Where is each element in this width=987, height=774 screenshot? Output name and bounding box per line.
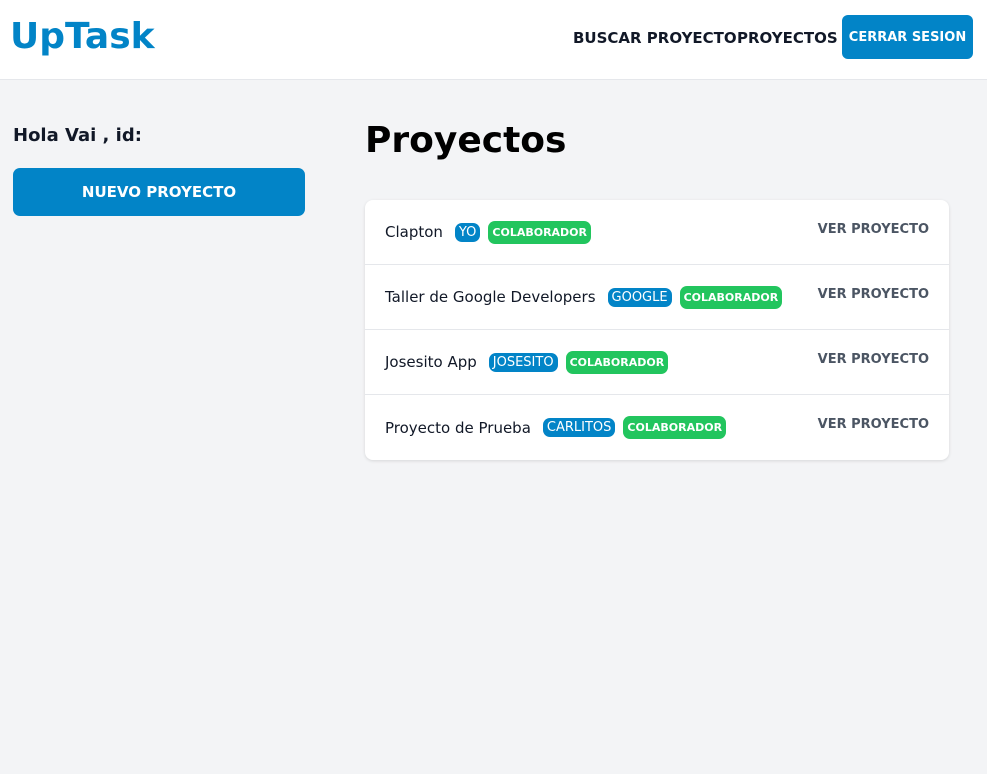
project-name: Clapton [385, 223, 443, 241]
new-project-button[interactable]: NUEVO PROYECTO [13, 168, 305, 216]
project-row: Proyecto de Prueba CARLITOS COLABORADOR … [365, 395, 949, 460]
project-row: Josesito App JOSESITO COLABORADOR VER PR… [365, 330, 949, 395]
project-name: Proyecto de Prueba [385, 418, 531, 437]
owner-badge: YO [454, 222, 481, 242]
project-row: Clapton YO COLABORADOR VER PROYECTO [365, 200, 949, 265]
page-title: Proyectos [365, 120, 567, 161]
collaborator-badge: COLABORADOR [623, 416, 727, 439]
owner-badge: CARLITOS [542, 418, 616, 437]
nav-projects[interactable]: PROYECTOS [737, 29, 838, 47]
project-name: Taller de Google Developers [385, 288, 596, 306]
nav-search-projects[interactable]: BUSCAR PROYECTO [573, 29, 737, 47]
owner-badge: GOOGLE [607, 287, 672, 307]
owner-badge: JOSESITO [488, 352, 558, 372]
view-project-link[interactable]: VER PROYECTO [818, 222, 929, 237]
view-project-link[interactable]: VER PROYECTO [818, 287, 929, 302]
app-header: UpTask BUSCAR PROYECTO PROYECTOS CERRAR … [0, 0, 987, 80]
collaborator-badge: COLABORADOR [488, 220, 592, 244]
view-project-link[interactable]: VER PROYECTO [818, 352, 929, 367]
app-logo[interactable]: UpTask [10, 16, 155, 57]
collaborator-badge: COLABORADOR [679, 285, 783, 309]
project-list: Clapton YO COLABORADOR VER PROYECTO Tall… [365, 200, 949, 460]
view-project-link[interactable]: VER PROYECTO [818, 417, 929, 432]
project-name: Josesito App [385, 353, 477, 371]
project-row: Taller de Google Developers GOOGLE COLAB… [365, 265, 949, 330]
collaborator-badge: COLABORADOR [565, 350, 669, 374]
logout-button[interactable]: CERRAR SESION [842, 15, 973, 59]
user-greeting: Hola Vai , id: [13, 125, 142, 146]
